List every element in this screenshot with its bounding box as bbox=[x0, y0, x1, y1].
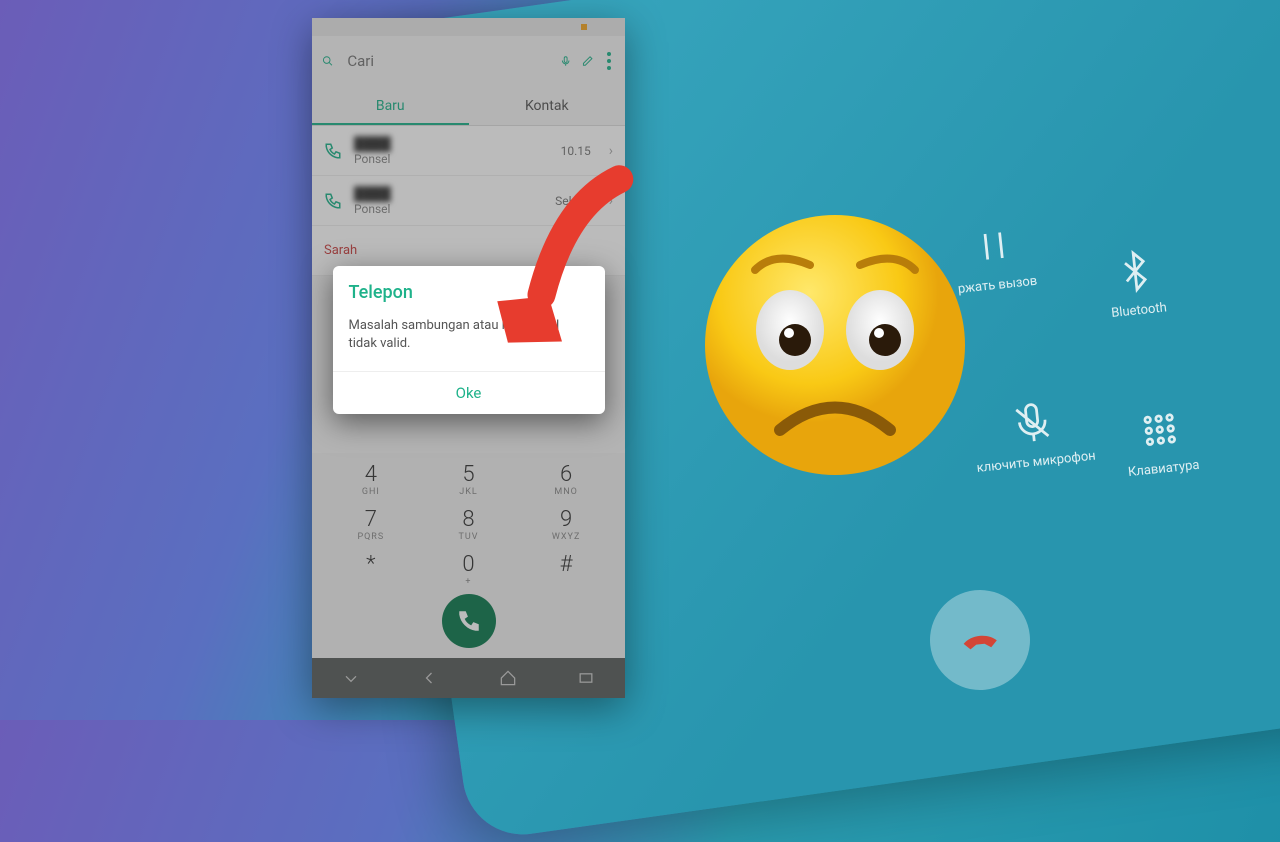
nav-home-icon[interactable] bbox=[498, 668, 518, 688]
mute-mic-icon: ключить микрофон bbox=[970, 395, 1096, 476]
tab-contacts[interactable]: Kontak bbox=[469, 86, 626, 125]
search-input[interactable] bbox=[343, 52, 550, 70]
search-row bbox=[312, 36, 625, 86]
outgoing-call-icon bbox=[324, 192, 342, 210]
edit-icon[interactable] bbox=[582, 51, 593, 71]
dialpad: 4GHI 5JKL 6MNO 7PQRS 8TUV 9WXYZ * 0+ # bbox=[312, 453, 625, 658]
key-hash[interactable]: # bbox=[526, 549, 606, 590]
bluetooth-icon: Bluetooth bbox=[1105, 247, 1168, 321]
call-log-item[interactable]: ████Ponsel 10.15 › bbox=[312, 126, 625, 176]
chevron-right-icon: › bbox=[609, 143, 613, 159]
status-bar bbox=[312, 18, 625, 36]
sad-emoji bbox=[700, 210, 970, 480]
search-icon[interactable] bbox=[322, 51, 333, 71]
contact-name: ████ bbox=[354, 186, 543, 202]
nav-bar bbox=[312, 658, 625, 698]
key-0[interactable]: 0+ bbox=[428, 549, 508, 590]
tabs: Baru Kontak bbox=[312, 86, 625, 126]
keypad-icon: Клавиатура bbox=[1122, 404, 1201, 480]
key-star[interactable]: * bbox=[331, 549, 411, 590]
outgoing-call-icon bbox=[324, 142, 342, 160]
menu-icon[interactable] bbox=[603, 48, 615, 74]
key-4[interactable]: 4GHI bbox=[331, 459, 411, 500]
tab-recent[interactable]: Baru bbox=[312, 86, 469, 125]
contact-type: Ponsel bbox=[354, 152, 549, 166]
key-7[interactable]: 7PQRS bbox=[331, 504, 411, 545]
mic-icon[interactable] bbox=[560, 51, 571, 71]
dial-button[interactable] bbox=[442, 594, 496, 648]
key-5[interactable]: 5JKL bbox=[428, 459, 508, 500]
contact-name: ████ bbox=[354, 136, 549, 152]
key-6[interactable]: 6MNO bbox=[526, 459, 606, 500]
key-9[interactable]: 9WXYZ bbox=[526, 504, 606, 545]
nav-back-icon[interactable] bbox=[419, 668, 439, 688]
call-time: 10.15 bbox=[561, 144, 591, 158]
phone-icon bbox=[456, 608, 482, 634]
contact-type: Ponsel bbox=[354, 202, 543, 216]
key-8[interactable]: 8TUV bbox=[428, 504, 508, 545]
nav-menu-icon[interactable] bbox=[341, 668, 361, 688]
nav-recent-icon[interactable] bbox=[576, 668, 596, 688]
